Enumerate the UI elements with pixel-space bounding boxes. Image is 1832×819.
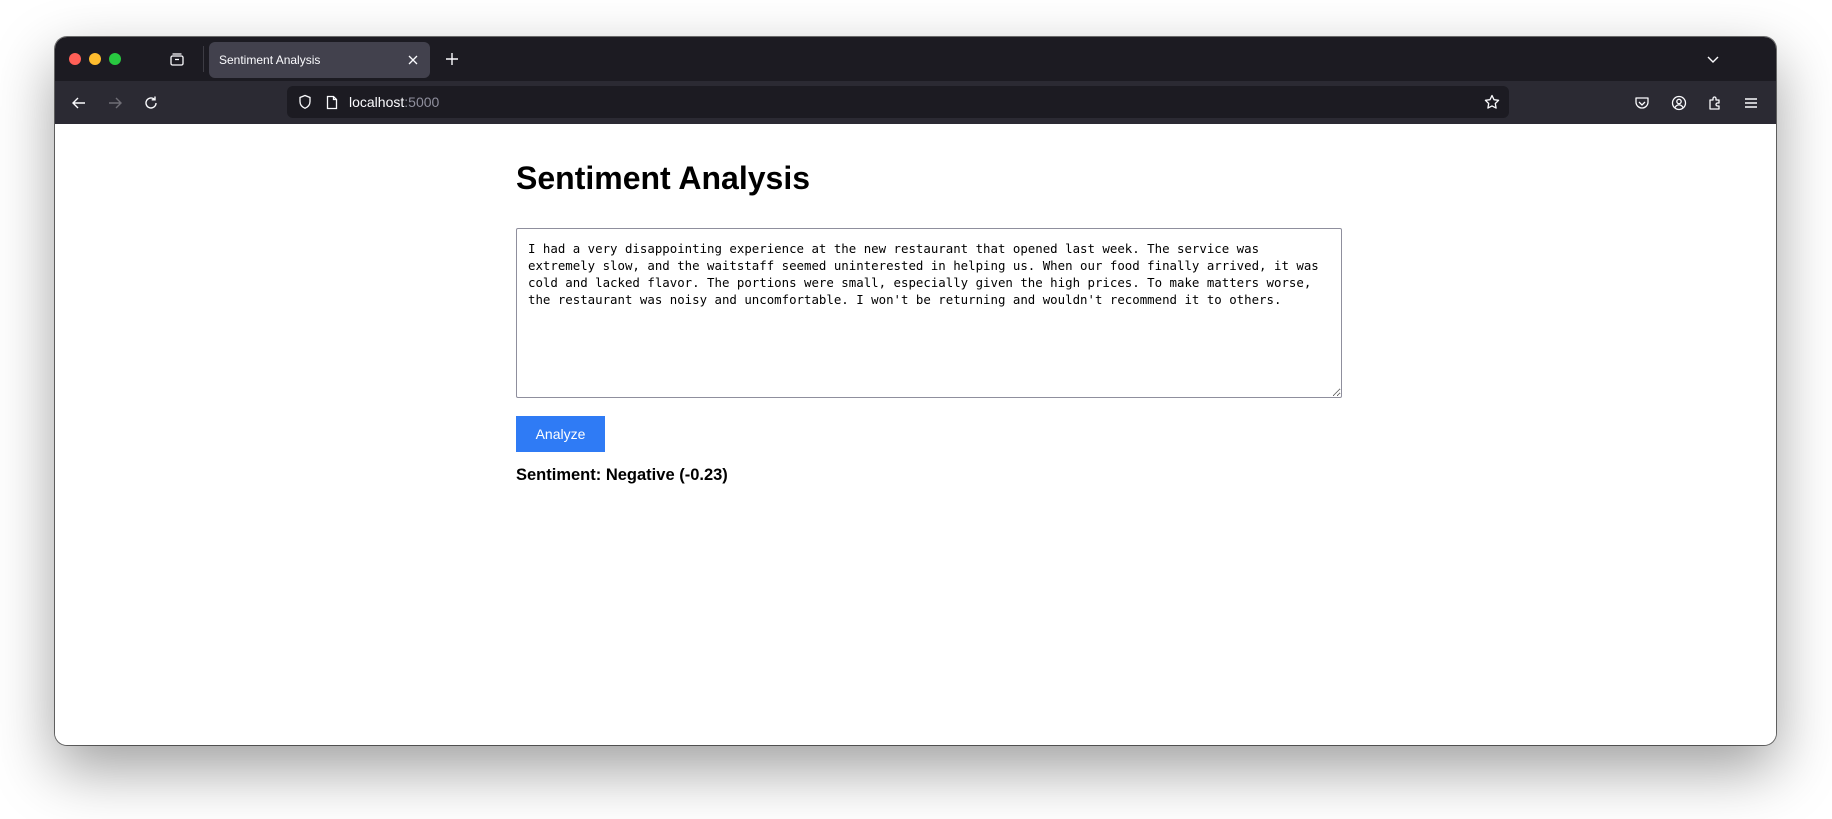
menu-icon[interactable] <box>1739 91 1763 115</box>
new-tab-icon[interactable] <box>441 48 463 70</box>
tab-sentiment-analysis[interactable]: Sentiment Analysis <box>209 42 430 78</box>
maximize-window-button[interactable] <box>109 53 121 65</box>
analyze-button[interactable]: Analyze <box>516 416 605 452</box>
sentiment-result: Sentiment: Negative (-0.23) <box>516 466 728 484</box>
reload-icon[interactable] <box>139 91 163 115</box>
url-bar[interactable]: localhost:5000 <box>287 86 1509 118</box>
url-port: :5000 <box>404 94 440 110</box>
page-title: Sentiment Analysis <box>516 160 811 196</box>
tab-strip-divider <box>203 46 204 72</box>
url-host: localhost <box>349 94 405 110</box>
nav-bar: localhost:5000 <box>55 81 1776 124</box>
close-tab-icon[interactable] <box>404 51 422 69</box>
extensions-icon[interactable] <box>1703 91 1727 115</box>
chevron-down-icon[interactable] <box>1702 48 1724 70</box>
account-icon[interactable] <box>1667 91 1691 115</box>
url-text: localhost:5000 <box>349 94 439 110</box>
minimize-window-button[interactable] <box>89 53 101 65</box>
tab-title: Sentiment Analysis <box>219 53 321 67</box>
pocket-icon[interactable] <box>1630 91 1654 115</box>
tab-strip: Sentiment Analysis <box>55 37 1776 81</box>
review-textarea[interactable]: I had a very disappointing experience at… <box>516 228 1342 398</box>
close-window-button[interactable] <box>69 53 81 65</box>
tab-manager-icon[interactable] <box>166 48 188 70</box>
shield-icon[interactable] <box>296 93 314 111</box>
page-content: Sentiment Analysis I had a very disappoi… <box>55 124 1776 745</box>
page-icon[interactable] <box>323 93 341 111</box>
bookmark-star-icon[interactable] <box>1483 93 1501 111</box>
forward-icon[interactable] <box>103 91 127 115</box>
browser-window: Sentiment Analysis localhost:5000 Sentim… <box>55 37 1776 745</box>
back-icon[interactable] <box>67 91 91 115</box>
